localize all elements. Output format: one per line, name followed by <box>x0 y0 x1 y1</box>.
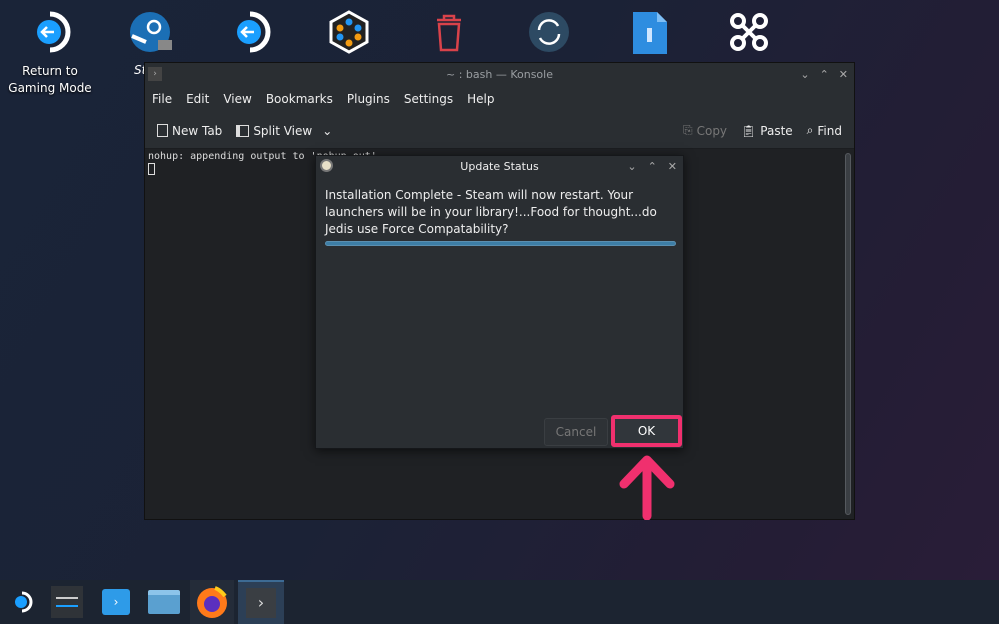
search-icon: ⌕ <box>806 123 814 137</box>
dialog-title: Update Status <box>460 160 539 173</box>
copy-icon: ⎘ <box>682 123 693 137</box>
dialog-maximize-icon[interactable]: ⌃ <box>648 160 657 173</box>
settings-sliders-icon[interactable] <box>45 580 89 624</box>
menu-help[interactable]: Help <box>467 92 494 106</box>
ok-button[interactable]: OK <box>611 415 682 447</box>
file-icon[interactable] <box>627 10 671 54</box>
scrollbar[interactable] <box>845 153 851 515</box>
ok-label: OK <box>637 424 656 438</box>
new-tab-button[interactable]: New Tab <box>157 124 222 138</box>
konsole-app-icon: › <box>148 67 162 81</box>
dialog-minimize-icon[interactable]: ⌄ <box>627 160 636 173</box>
return-arrow-icon[interactable] <box>228 10 272 54</box>
split-view-icon <box>236 124 250 137</box>
drone-icon[interactable] <box>727 10 771 54</box>
konsole-title: ~ : bash — Konsole <box>446 67 553 81</box>
copy-label: Copy <box>696 123 728 138</box>
menu-edit[interactable]: Edit <box>186 92 209 106</box>
steam-menu-icon[interactable] <box>0 580 44 624</box>
discover-store-icon[interactable]: › <box>94 580 138 624</box>
close-icon[interactable]: ✕ <box>839 68 848 81</box>
menu-file[interactable]: File <box>152 92 172 106</box>
minimize-icon[interactable]: ⌄ <box>800 68 809 81</box>
paste-label: Paste <box>760 123 793 138</box>
find-button[interactable]: ⌕ Find <box>807 123 842 138</box>
menubar: File Edit View Bookmarks Plugins Setting… <box>145 85 854 113</box>
find-label: Find <box>817 123 842 138</box>
trash-icon[interactable] <box>427 10 471 54</box>
file-manager-icon[interactable] <box>142 580 186 624</box>
steam-icon[interactable] <box>128 10 172 54</box>
paste-icon: 📋︎ <box>741 123 757 138</box>
return-to-gaming-mode-icon[interactable] <box>28 10 72 54</box>
taskbar: › › <box>0 580 999 624</box>
split-view-button[interactable]: Split View ⌄ <box>236 124 332 138</box>
firefox-icon[interactable] <box>190 580 234 624</box>
dialog-titlebar[interactable]: Update Status ⌄ ⌃ ✕ <box>316 156 683 177</box>
up-arrow-annotation-icon <box>619 455 675 520</box>
menu-settings[interactable]: Settings <box>404 92 453 106</box>
menu-view[interactable]: View <box>223 92 251 106</box>
maximize-icon[interactable]: ⌃ <box>820 68 829 81</box>
sync-icon[interactable] <box>527 10 571 54</box>
split-view-label: Split View <box>253 123 313 138</box>
terminal-cursor <box>148 163 155 175</box>
chevron-down-icon: ⌄ <box>322 123 333 138</box>
copy-button[interactable]: ⎘ Copy <box>683 123 727 138</box>
konsole-titlebar[interactable]: › ~ : bash — Konsole ⌄ ⌃ ✕ <box>145 63 854 85</box>
menu-plugins[interactable]: Plugins <box>347 92 390 106</box>
toolbar: New Tab Split View ⌄ ⎘ Copy 📋︎ Paste ⌕ Find <box>145 113 854 149</box>
update-status-dialog: Update Status ⌄ ⌃ ✕ Installation Complete … <box>315 155 684 449</box>
paste-button[interactable]: 📋︎ Paste <box>741 124 793 138</box>
menu-bookmarks[interactable]: Bookmarks <box>266 92 333 106</box>
dialog-close-icon[interactable]: ✕ <box>668 160 677 173</box>
alarm-clock-icon <box>320 159 333 172</box>
new-tab-icon <box>157 124 168 137</box>
new-tab-label: New Tab <box>172 123 223 138</box>
progress-bar <box>325 241 676 246</box>
konsole-taskbar-icon[interactable]: › <box>238 580 284 624</box>
cancel-label: Cancel <box>555 425 597 439</box>
cancel-button[interactable]: Cancel <box>544 418 608 446</box>
hexagon-app-icon[interactable] <box>327 10 371 54</box>
dialog-message: Installation Complete - Steam will now r… <box>325 188 657 236</box>
return-to-gaming-mode-label: Return to Gaming Mode <box>8 64 92 95</box>
